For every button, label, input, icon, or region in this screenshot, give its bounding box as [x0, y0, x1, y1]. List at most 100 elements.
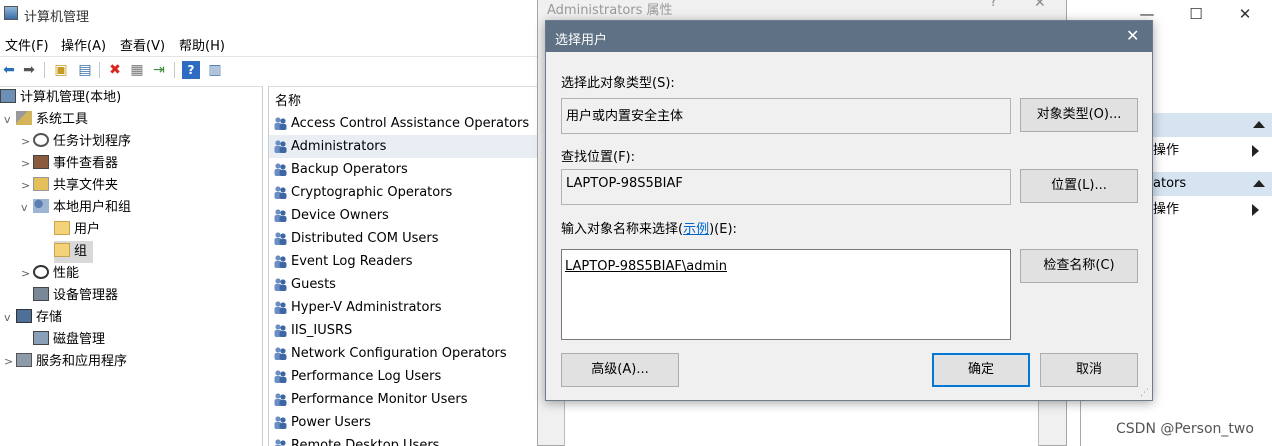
- window-title: 计算机管理: [24, 10, 90, 25]
- group-row[interactable]: Performance Monitor Users: [269, 388, 546, 411]
- expand-chevron-icon[interactable]: v: [21, 197, 33, 219]
- group-row[interactable]: Power Users: [269, 411, 546, 434]
- group-row[interactable]: Cryptographic Operators: [269, 181, 546, 204]
- help-icon[interactable]: ?: [182, 61, 200, 79]
- toolbar-separator: [174, 62, 175, 78]
- group-name: Network Configuration Operators: [291, 346, 507, 361]
- expand-chevron-icon[interactable]: >: [4, 351, 16, 373]
- users-icon: [33, 199, 49, 213]
- group-row[interactable]: Hyper-V Administrators: [269, 296, 546, 319]
- expand-chevron-icon[interactable]: >: [21, 153, 33, 175]
- tree-item-task-scheduler[interactable]: > 任务计划程序: [21, 131, 131, 153]
- group-row[interactable]: Distributed COM Users: [269, 227, 546, 250]
- properties-title: Administrators 属性: [547, 3, 673, 18]
- menu-view[interactable]: 查看(V): [120, 35, 165, 54]
- examples-link[interactable]: 示例: [683, 222, 709, 237]
- view-icon[interactable]: ▥: [206, 61, 224, 79]
- group-row[interactable]: Performance Log Users: [269, 365, 546, 388]
- back-arrow-icon[interactable]: ⬅: [0, 61, 18, 79]
- group-row[interactable]: Administrators: [269, 135, 546, 158]
- group-icon: [273, 369, 288, 384]
- toolbar-separator: [44, 62, 45, 78]
- properties-close-button[interactable]: ✕: [1034, 0, 1046, 11]
- group-row[interactable]: Network Configuration Operators: [269, 342, 546, 365]
- group-icon: [273, 392, 288, 407]
- group-row[interactable]: Access Control Assistance Operators: [269, 112, 546, 135]
- object-type-label: 选择此对象类型(S):: [561, 76, 675, 91]
- group-row[interactable]: IIS_IUSRS: [269, 319, 546, 342]
- group-row[interactable]: Remote Desktop Users: [269, 434, 546, 446]
- clock-icon: [33, 133, 49, 147]
- tree-item-device-manager[interactable]: 设备管理器: [33, 285, 118, 307]
- console-tree: 计算机管理(本地) v 系统工具 > 任务计划程序 > 事件查看器 > 共享文件夹 v 本…: [0, 86, 263, 446]
- tree-item-users[interactable]: 用户: [54, 219, 100, 241]
- object-type-field: 用户或内置安全主体: [561, 98, 1011, 134]
- group-icon: [273, 208, 288, 223]
- dialog-title: 选择用户: [555, 33, 608, 48]
- group-icon: [273, 415, 288, 430]
- group-name: Guests: [291, 277, 336, 292]
- group-row[interactable]: Guests: [269, 273, 546, 296]
- tree-item-local-users-groups[interactable]: v 本地用户和组: [21, 197, 131, 219]
- delete-icon[interactable]: ✖: [106, 61, 124, 79]
- advanced-button[interactable]: 高级(A)...: [561, 353, 679, 387]
- group-name: Device Owners: [291, 208, 389, 223]
- group-row[interactable]: Backup Operators: [269, 158, 546, 181]
- tree-item-disk-management[interactable]: 磁盘管理: [33, 329, 105, 351]
- tree-item-storage[interactable]: v 存储: [4, 307, 62, 329]
- tree-item-performance[interactable]: > 性能: [21, 263, 79, 285]
- check-names-button[interactable]: 检查名称(C): [1020, 249, 1138, 283]
- tree-item-label: 存储: [36, 310, 63, 325]
- group-row[interactable]: Device Owners: [269, 204, 546, 227]
- expand-chevron-icon[interactable]: v: [4, 109, 16, 131]
- performance-icon: [33, 265, 49, 279]
- collapse-triangle-icon[interactable]: [1253, 180, 1265, 187]
- tree-item-system-tools[interactable]: v 系统工具: [4, 109, 88, 131]
- tree-item-services-apps[interactable]: > 服务和应用程序: [4, 351, 127, 373]
- group-icon: [273, 438, 288, 446]
- tree-item-event-viewer[interactable]: > 事件查看器: [21, 153, 118, 175]
- close-button[interactable]: ✕: [1222, 0, 1268, 30]
- up-folder-icon[interactable]: ▣: [52, 61, 70, 79]
- object-names-input[interactable]: LAPTOP-98S5BIAF\admin: [561, 249, 1011, 340]
- collapse-triangle-icon[interactable]: [1253, 121, 1265, 128]
- expand-chevron-icon[interactable]: v: [4, 307, 16, 329]
- dialog-titlebar: 选择用户 ✕: [546, 21, 1152, 52]
- maximize-button[interactable]: ☐: [1173, 0, 1219, 30]
- group-name: Hyper-V Administrators: [291, 300, 442, 315]
- group-name: Event Log Readers: [291, 254, 413, 269]
- column-header-name[interactable]: 名称: [275, 90, 301, 109]
- toolbar: ⬅ ➡ ▣ ▤ ✖ ▦ ⇥ ? ▥: [0, 56, 545, 82]
- properties-icon[interactable]: ▦: [128, 61, 146, 79]
- expand-chevron-icon[interactable]: >: [21, 131, 33, 153]
- group-name: Power Users: [291, 415, 371, 430]
- location-label: 查找位置(F):: [561, 150, 636, 165]
- resize-grip-icon[interactable]: ⋰: [1140, 388, 1149, 398]
- expand-chevron-icon[interactable]: >: [21, 263, 33, 285]
- cancel-button[interactable]: 取消: [1040, 353, 1138, 387]
- export-icon[interactable]: ⇥: [150, 61, 168, 79]
- group-icon: [273, 185, 288, 200]
- group-name: Performance Monitor Users: [291, 392, 468, 407]
- menu-help[interactable]: 帮助(H): [179, 35, 225, 54]
- tree-item-groups[interactable]: 组: [54, 241, 94, 263]
- group-row[interactable]: Event Log Readers: [269, 250, 546, 273]
- dialog-close-button[interactable]: ✕: [1126, 26, 1139, 45]
- select-users-dialog: 选择用户 ✕ 选择此对象类型(S): 用户或内置安全主体 对象类型(O)... …: [545, 20, 1153, 401]
- group-name: Administrators: [291, 139, 387, 154]
- tree-item-label: 用户: [74, 222, 101, 237]
- object-types-button[interactable]: 对象类型(O)...: [1020, 98, 1138, 132]
- groups-list: 名称 Access Control Assistance Operators Ad…: [268, 86, 546, 446]
- tree-item-shared-folders[interactable]: > 共享文件夹: [21, 175, 118, 197]
- expand-chevron-icon[interactable]: >: [21, 175, 33, 197]
- properties-help-button[interactable]: ?: [990, 0, 997, 10]
- tree-item-label: 事件查看器: [53, 156, 119, 171]
- locations-button[interactable]: 位置(L)...: [1020, 169, 1138, 203]
- show-hide-tree-icon[interactable]: ▤: [76, 61, 94, 79]
- tree-item-computer-management[interactable]: 计算机管理(本地): [0, 87, 121, 109]
- ok-button[interactable]: 确定: [932, 353, 1030, 387]
- menu-file[interactable]: 文件(F): [5, 35, 49, 54]
- menu-action[interactable]: 操作(A): [61, 35, 106, 54]
- forward-arrow-icon[interactable]: ➡: [20, 61, 38, 79]
- group-name: IIS_IUSRS: [291, 323, 353, 338]
